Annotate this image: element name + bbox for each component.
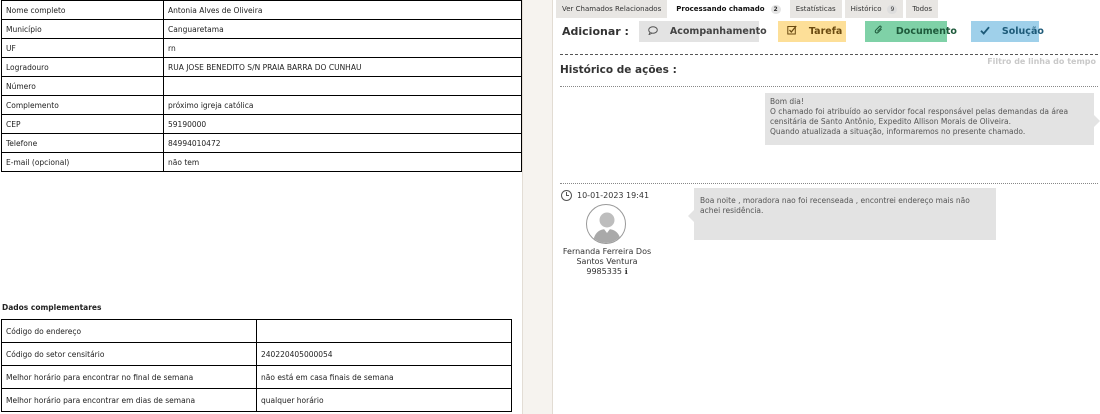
entry-timestamp: 10-01-2023 19:41	[561, 190, 649, 201]
field-label: CEP	[1, 114, 164, 134]
timeline-filter-input[interactable]: Filtro de linha do tempo	[987, 57, 1096, 66]
info-icon[interactable]: ℹ	[625, 267, 628, 276]
field-label: Logradouro	[1, 57, 164, 77]
field-value: 84994010472	[163, 133, 522, 153]
field-value: rn	[163, 38, 522, 58]
button-label: Documento	[895, 26, 957, 37]
add-actions-bar: Adicionar : Acompanhamento Tarefa Docume…	[562, 21, 1058, 42]
section-title: Dados complementares	[2, 303, 102, 312]
field-label: Número	[1, 76, 164, 96]
tab-label: Estatísticas	[795, 5, 836, 13]
entry-date: 10-01-2023 19:41	[577, 191, 650, 200]
field-label: Complemento	[1, 95, 164, 115]
add-task-button[interactable]: Tarefa	[777, 21, 846, 42]
add-document-button[interactable]: Documento	[864, 21, 957, 42]
requester-form-panel: Nome completo Antonia Alves de Oliveira M…	[0, 0, 522, 414]
author-name: Santos Ventura	[576, 257, 638, 266]
table-row: Complemento próximo igreja católica	[1, 95, 522, 115]
button-label: Solução	[1001, 26, 1044, 37]
author-name: Fernanda Ferreira Dos	[562, 247, 652, 256]
field-value: não está em casa finais de semana	[256, 365, 512, 389]
field-value: próximo igreja católica	[163, 95, 522, 115]
tab-statistics[interactable]: Estatísticas	[789, 0, 842, 18]
field-value: 240220405000054	[256, 342, 512, 366]
message-line: Quando atualizada a situação, informarem…	[770, 127, 1026, 136]
add-label: Adicionar :	[562, 25, 629, 38]
table-row: Telefone 84994010472	[1, 133, 522, 153]
field-label: Melhor horário para encontrar em dias de…	[1, 388, 257, 412]
field-value: qualquer horário	[256, 388, 512, 412]
tab-processing[interactable]: Processando chamado 2	[670, 0, 787, 18]
field-value: Canguaretama	[163, 19, 522, 39]
table-row: Nome completo Antonia Alves de Oliveira	[1, 0, 522, 20]
field-label: Município	[1, 19, 164, 39]
field-label: Código do endereço	[1, 319, 257, 343]
field-value: Antonia Alves de Oliveira	[163, 0, 522, 20]
button-label: Acompanhamento	[669, 26, 767, 37]
tab-label: Processando chamado	[676, 5, 765, 13]
history-entry-message: Boa noite , moradora nao foi recenseada …	[688, 188, 996, 240]
table-row: UF rn	[1, 38, 522, 58]
add-solution-button[interactable]: Solução	[970, 21, 1044, 42]
table-row: Código do setor censitário 24022040500005…	[1, 342, 512, 366]
table-row: Melhor horário para encontrar em dias de…	[1, 388, 512, 412]
field-label: Código do setor censitário	[1, 342, 257, 366]
count-badge: 9	[887, 4, 898, 14]
author-id-line: 9985335 ℹ	[557, 267, 657, 277]
pane-splitter[interactable]	[522, 0, 552, 414]
field-value: não tem	[163, 152, 522, 172]
tab-all[interactable]: Todos	[906, 0, 939, 18]
table-row: Melhor horário para encontrar no final d…	[1, 365, 512, 389]
divider	[560, 183, 1098, 184]
table-row: CEP 59190000	[1, 114, 522, 134]
button-label: Tarefa	[808, 26, 843, 37]
field-value: RUA JOSE BENEDITO S/N PRAIA BARRA DO CUN…	[163, 57, 522, 77]
count-badge: 2	[770, 4, 781, 14]
checkmark-icon	[980, 26, 990, 38]
field-label: Melhor horário para encontrar no final d…	[1, 365, 257, 389]
history-title: Histórico de ações :	[560, 64, 677, 76]
table-row: Número	[1, 76, 522, 96]
checkbox-icon	[787, 25, 797, 38]
requester-data-table: Nome completo Antonia Alves de Oliveira M…	[1, 0, 522, 172]
field-label: UF	[1, 38, 164, 58]
divider	[560, 54, 1098, 55]
tab-label: Ver Chamados Relacionados	[562, 5, 662, 13]
divider	[560, 86, 1098, 87]
add-followup-button[interactable]: Acompanhamento	[638, 21, 767, 42]
table-row: Código do endereço	[1, 319, 512, 343]
tab-history[interactable]: Histórico 9	[844, 0, 904, 18]
tab-related-tickets[interactable]: Ver Chamados Relacionados	[556, 0, 668, 18]
complementary-data-table: Código do endereço Código do setor censi…	[1, 319, 512, 412]
entry-author: Fernanda Ferreira Dos Santos Ventura 998…	[557, 247, 657, 277]
tab-label: Todos	[912, 5, 933, 13]
paperclip-icon	[874, 25, 884, 38]
field-label: Nome completo	[1, 0, 164, 20]
message-line: Bom dia!	[770, 97, 804, 106]
field-label: Telefone	[1, 133, 164, 153]
tab-label: Histórico	[850, 5, 882, 13]
history-entry-message: Bom dia! O chamado foi atribuído ao serv…	[765, 93, 1100, 145]
clock-icon	[561, 190, 572, 201]
table-row: Município Canguaretama	[1, 19, 522, 39]
field-value	[163, 76, 522, 96]
field-label: E-mail (opcional)	[1, 152, 164, 172]
table-row: Logradouro RUA JOSE BENEDITO S/N PRAIA BA…	[1, 57, 522, 77]
ticket-tabs: Ver Chamados Relacionados Processando ch…	[556, 0, 941, 18]
user-silhouette-icon	[593, 212, 621, 243]
field-value: 59190000	[163, 114, 522, 134]
speech-bubble-icon	[647, 25, 658, 38]
table-row: E-mail (opcional) não tem	[1, 152, 522, 172]
author-id: 9985335	[586, 267, 623, 276]
avatar	[586, 204, 626, 244]
message-line: O chamado foi atribuído ao servidor foca…	[770, 107, 1069, 126]
field-value	[256, 319, 512, 343]
ticket-panel: Ver Chamados Relacionados Processando ch…	[552, 0, 1100, 414]
